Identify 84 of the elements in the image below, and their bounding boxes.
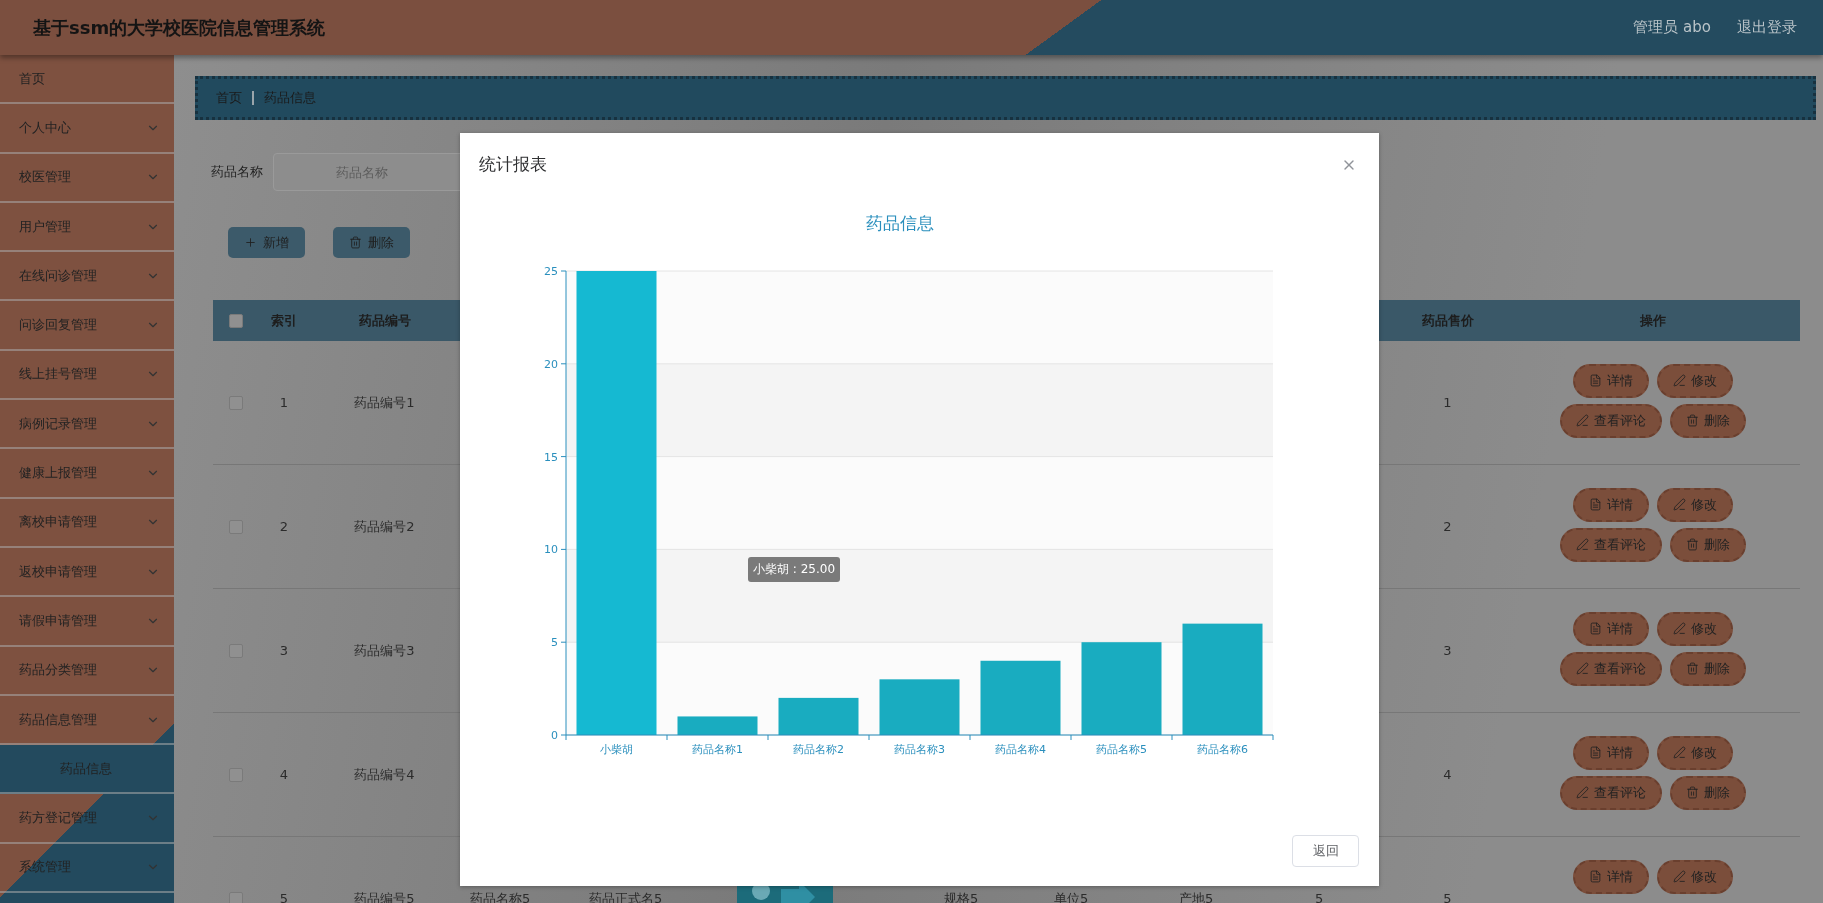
table-cell: 4 bbox=[279, 767, 289, 782]
edit-button[interactable]: 查看评论 bbox=[1559, 775, 1662, 810]
search-label: 药品名称 bbox=[211, 163, 263, 181]
document-icon bbox=[1588, 870, 1602, 883]
pencil-icon bbox=[1672, 746, 1686, 759]
table-cell: 5 bbox=[279, 891, 289, 903]
column-header: 药品售价 bbox=[1421, 311, 1474, 330]
delete-button[interactable]: 删除 bbox=[333, 227, 410, 258]
axis-category-label: 药品名称5 bbox=[1096, 743, 1147, 756]
table-cell: 1 bbox=[1443, 395, 1452, 410]
delete-button[interactable]: 删除 bbox=[1669, 651, 1746, 686]
table-cell: 5 bbox=[1443, 891, 1452, 903]
chart-title: 药品信息 bbox=[866, 212, 934, 235]
edit-button[interactable]: 修改 bbox=[1656, 859, 1733, 894]
plus-icon bbox=[244, 236, 257, 249]
table-cell: 药品编号3 bbox=[354, 641, 415, 660]
trash-icon bbox=[1685, 662, 1699, 675]
edit-button[interactable]: 查看评论 bbox=[1559, 403, 1662, 438]
axis-category-label: 药品名称2 bbox=[793, 743, 844, 756]
pencil-icon bbox=[1672, 498, 1686, 511]
table-cell: 3 bbox=[1443, 643, 1452, 658]
document-icon bbox=[1588, 374, 1602, 387]
chart-tooltip: 小柴胡 : 25.00 bbox=[748, 557, 841, 582]
axis-tick-label: 0 bbox=[551, 729, 558, 742]
details-button[interactable]: 详情 bbox=[1572, 363, 1649, 398]
details-button[interactable]: 详情 bbox=[1572, 611, 1649, 646]
table-cell: 药品编号2 bbox=[354, 517, 415, 536]
edit-button[interactable]: 修改 bbox=[1656, 363, 1733, 398]
axis-tick-label: 5 bbox=[551, 636, 558, 650]
table-cell: 2 bbox=[1443, 519, 1452, 534]
table-cell: 4 bbox=[1443, 767, 1452, 782]
pencil-icon bbox=[1672, 622, 1686, 635]
sidebar-subitem[interactable]: 药品信息 bbox=[0, 745, 174, 795]
axis-tick-label: 25 bbox=[544, 265, 558, 278]
document-icon bbox=[1588, 746, 1602, 759]
edit-button[interactable]: 修改 bbox=[1656, 611, 1733, 646]
checkbox[interactable] bbox=[229, 313, 243, 328]
trash-icon bbox=[1685, 538, 1699, 551]
column-header: 操作 bbox=[1639, 311, 1666, 330]
breadcrumb-item[interactable]: 药品信息 bbox=[264, 89, 316, 107]
edit-button[interactable]: 修改 bbox=[1656, 487, 1733, 522]
app-title: 基于ssm的大学校医院信息管理系统 bbox=[33, 15, 326, 40]
document-icon bbox=[1588, 622, 1602, 635]
edit-button[interactable]: 查看评论 bbox=[1559, 527, 1662, 562]
pencil-icon bbox=[1672, 374, 1686, 387]
axis-category-label: 药品名称1 bbox=[692, 743, 743, 756]
column-header: 索引 bbox=[271, 311, 297, 330]
pencil-icon bbox=[1575, 414, 1589, 427]
axis-category-label: 小柴胡 bbox=[600, 743, 633, 756]
trash-icon bbox=[1685, 414, 1699, 427]
pencil-icon bbox=[1575, 662, 1589, 675]
delete-button[interactable]: 删除 bbox=[1669, 403, 1746, 438]
table-cell: 5 bbox=[1315, 891, 1324, 903]
axis-tick-label: 20 bbox=[544, 357, 558, 371]
column-header: 药品编号 bbox=[358, 311, 411, 330]
details-button[interactable]: 详情 bbox=[1572, 859, 1649, 894]
delete-button[interactable]: 删除 bbox=[1669, 527, 1746, 562]
pencil-icon bbox=[1575, 538, 1589, 551]
back-button[interactable]: 返回 bbox=[1292, 835, 1359, 867]
add-button[interactable]: 新增 bbox=[228, 227, 305, 258]
axis-tick-label: 10 bbox=[544, 543, 558, 557]
pencil-icon bbox=[1575, 786, 1589, 799]
edit-button[interactable]: 查看评论 bbox=[1559, 651, 1662, 686]
table-cell: 1 bbox=[279, 395, 289, 410]
trash-icon bbox=[349, 236, 362, 249]
user-name: 管理员 abo bbox=[1633, 18, 1711, 37]
logout-link[interactable]: 退出登录 bbox=[1737, 18, 1797, 37]
axis-tick-label: 15 bbox=[544, 450, 558, 464]
details-button[interactable]: 详情 bbox=[1572, 735, 1649, 770]
delete-button[interactable]: 删除 bbox=[1669, 775, 1746, 810]
document-icon bbox=[1588, 498, 1602, 511]
edit-button[interactable]: 修改 bbox=[1656, 735, 1733, 770]
table-cell: 药品编号4 bbox=[354, 765, 415, 784]
trash-icon bbox=[1685, 786, 1699, 799]
axis-category-label: 药品名称4 bbox=[995, 743, 1046, 756]
table-cell: 2 bbox=[279, 519, 289, 534]
axis-category-label: 药品名称6 bbox=[1197, 743, 1248, 756]
breadcrumb-item[interactable]: 首页 bbox=[216, 89, 242, 107]
table-cell: 药品编号1 bbox=[354, 393, 415, 412]
dialog-title: 统计报表 bbox=[479, 153, 547, 176]
pencil-icon bbox=[1672, 870, 1686, 883]
axis-category-label: 药品名称3 bbox=[894, 743, 945, 756]
details-button[interactable]: 详情 bbox=[1572, 487, 1649, 522]
table-cell: 3 bbox=[279, 643, 289, 658]
